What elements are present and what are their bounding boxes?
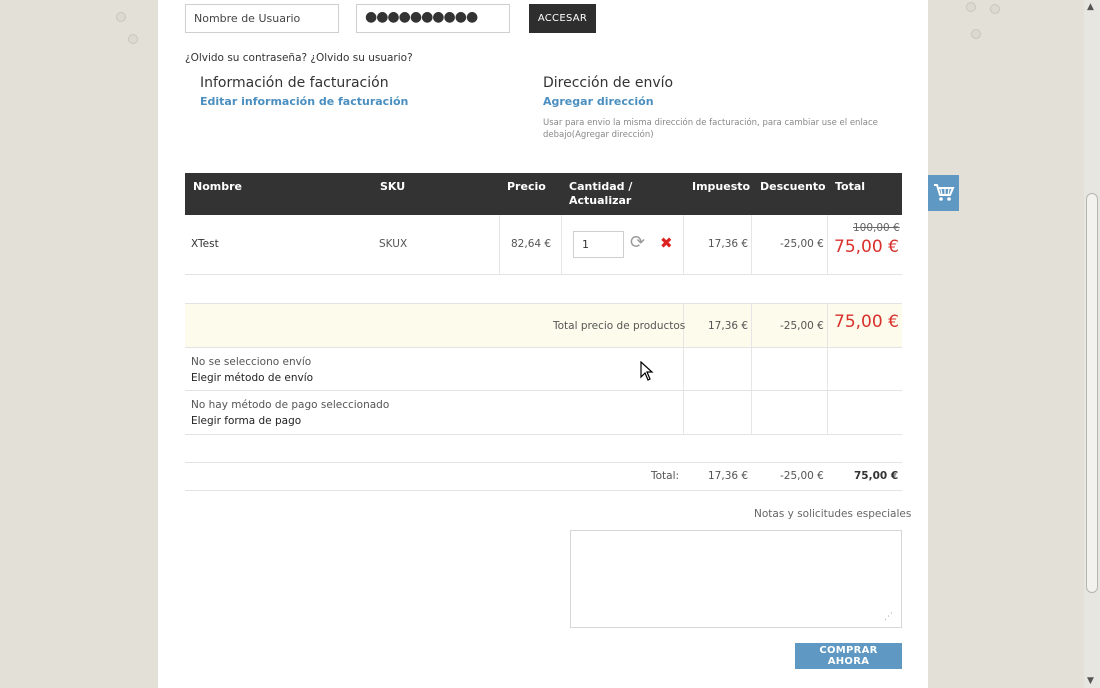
scrollbar-thumb[interactable] [1086,193,1098,593]
grand-total-discount: -25,00 € [780,470,824,482]
item-old-total: 100,00 € [853,222,900,234]
column-divider [499,215,500,274]
shipping-title: Dirección de envío [543,75,674,91]
password-input[interactable]: ●●●●●●●●●● [356,4,510,33]
item-name: XTest [191,238,219,250]
column-header-price: Precio [507,180,546,193]
choose-payment-link[interactable]: Elegir forma de pago [191,415,301,427]
mouse-cursor-icon [640,361,654,381]
shipping-note: Usar para envio la misma dirección de fa… [543,118,878,140]
item-sku: SKUX [379,238,408,250]
column-divider [827,303,828,434]
login-button[interactable]: ACCESAR [529,4,596,33]
row-divider [185,462,902,463]
add-address-link[interactable]: Agregar dirección [543,95,654,108]
column-header-tax: Impuesto [692,180,751,193]
shipping-status: No se selecciono envío [191,356,312,368]
column-header-sku: SKU [380,180,406,193]
cart-table-header: Nombre SKU Precio Cantidad / Actualizar … [185,173,902,215]
checkout-page: ●●●●●●●●●● ACCESAR ¿Olvido su contraseña… [158,0,928,688]
column-divider [561,215,562,274]
scroll-up-arrow-icon[interactable]: ▲ [1087,2,1094,12]
column-header-quantity: Cantidad / Actualizar [569,180,633,207]
buy-now-button[interactable]: COMPRAR AHORA [795,643,902,669]
row-divider [185,274,902,275]
grand-total-label: Total: [651,470,680,482]
username-input[interactable] [185,4,339,33]
column-header-total: Total [835,180,866,193]
scroll-down-arrow-icon[interactable]: ▼ [1087,676,1094,686]
column-divider [683,215,684,274]
background-decoration [116,12,126,22]
subtotal-total: 75,00 € [834,312,899,332]
quantity-input[interactable] [573,231,624,258]
remove-icon[interactable]: ✖ [660,234,673,252]
row-divider [185,347,902,348]
payment-status: No hay método de pago seleccionado [191,399,390,411]
item-discount: -25,00 € [780,238,824,250]
notes-textarea[interactable] [570,530,902,628]
background-decoration [966,2,976,12]
background-decoration [990,4,1000,14]
row-divider [185,303,902,304]
refresh-icon[interactable]: ⟳ [630,233,645,253]
choose-shipping-link[interactable]: Elegir método de envío [191,372,313,384]
column-divider [751,303,752,434]
forgot-credentials-link[interactable]: ¿Olvido su contraseña? ¿Olvido su usuari… [185,52,413,64]
shopping-cart-icon[interactable] [928,175,959,211]
background-decoration [971,29,981,39]
scrollbar[interactable]: ▲ ▼ [1084,0,1100,688]
subtotal-label: Total precio de productos [553,320,686,332]
billing-title: Información de facturación [200,75,389,91]
row-divider [185,490,902,491]
column-header-discount: Descuento [760,180,826,193]
resize-grip-icon[interactable]: ⋰ [884,612,893,622]
row-divider [185,434,902,435]
item-tax: 17,36 € [708,238,749,250]
column-divider [827,215,828,274]
item-total: 75,00 € [834,237,899,257]
item-price: 82,64 € [511,238,552,250]
subtotal-discount: -25,00 € [780,320,824,332]
column-header-name: Nombre [193,180,242,193]
grand-total-tax: 17,36 € [708,470,749,482]
column-divider [751,215,752,274]
notes-label: Notas y solicitudes especiales [754,508,912,520]
row-divider [185,390,902,391]
edit-billing-link[interactable]: Editar información de facturación [200,95,408,108]
grand-total-value: 75,00 € [854,470,899,482]
subtotal-tax: 17,36 € [708,320,749,332]
background-decoration [128,34,138,44]
